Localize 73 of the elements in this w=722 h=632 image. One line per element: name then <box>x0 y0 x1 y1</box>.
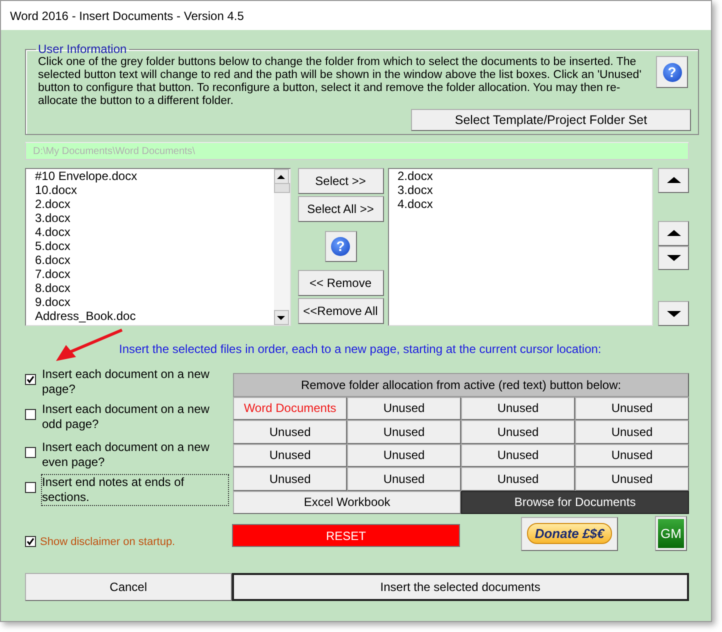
remove-button[interactable]: << Remove <box>298 270 384 296</box>
selected-file-list[interactable]: 2.docx 3.docx 4.docx <box>388 168 653 326</box>
move-top-button[interactable] <box>658 168 689 193</box>
file-item[interactable]: Address_Book.doc <box>35 309 274 323</box>
insert-button[interactable]: Insert the selected documents <box>232 573 689 601</box>
folder-button[interactable]: Unused <box>575 396 689 420</box>
checkbox[interactable] <box>25 374 36 385</box>
disclaimer-label: Show disclaimer on startup. <box>40 536 176 548</box>
template-folder-button[interactable]: Select Template/Project Folder Set <box>411 109 691 131</box>
file-item[interactable]: 5.docx <box>35 239 274 253</box>
gm-button[interactable]: GM <box>655 516 687 551</box>
folder-button[interactable]: Unused <box>575 444 689 467</box>
file-item[interactable]: #10 Envelope.docx <box>35 169 274 183</box>
remove-allocation-button[interactable]: Remove folder allocation from active (red text) button below: <box>233 373 689 396</box>
option-label: Insert each document on a new even page? <box>41 439 210 471</box>
cancel-button[interactable]: Cancel <box>25 573 232 601</box>
group-title: User Information <box>37 42 128 56</box>
folder-button[interactable]: Unused <box>575 420 689 444</box>
up-arrow-icon <box>666 230 680 236</box>
info-text: Click one of the grey folder buttons below to change the folder from which to select the documents to be inserted. The selected button text will change to red and the path will be shown in the window above the list boxes. Click an 'Unused' button to configure that button. To reconfigure a button, select it and remove the folder allocation. You may then re-allocate the button to a different folder. <box>38 56 642 108</box>
file-item[interactable]: 2.docx <box>398 169 652 183</box>
file-item[interactable]: 4.docx <box>35 225 274 239</box>
folder-button[interactable]: Unused <box>347 467 462 490</box>
folder-button[interactable]: Word Documents <box>233 396 348 420</box>
down-arrow-icon <box>666 254 680 261</box>
file-list[interactable]: #10 Envelope.docx 10.docx 2.docx 3.docx 4.docx 5.docx 6.docx 7.docx 8.docx 9.docx Address_Book.doc <box>25 168 290 326</box>
option-label: Insert end notes at ends of sections. <box>41 474 230 506</box>
select-button[interactable]: Select >> <box>298 168 384 194</box>
file-item[interactable]: 3.docx <box>398 183 652 197</box>
checkbox[interactable] <box>25 536 36 547</box>
folder-button[interactable]: Unused <box>461 444 576 467</box>
file-item[interactable]: 6.docx <box>35 253 274 267</box>
window-title: Word 2016 - Insert Documents - Version 4.5 <box>1 1 711 30</box>
folder-button[interactable]: Unused <box>233 467 348 490</box>
folder-button[interactable]: Unused <box>575 467 689 490</box>
remove-all-button[interactable]: <<Remove All <box>298 298 384 324</box>
move-down-button[interactable] <box>658 246 689 270</box>
folder-button[interactable]: Unused <box>347 420 462 444</box>
scroll-down-button[interactable] <box>274 310 288 325</box>
file-item[interactable]: 3.docx <box>35 211 274 225</box>
scroll-up-button[interactable] <box>274 169 288 184</box>
folder-button[interactable]: Unused <box>347 444 462 467</box>
checkbox[interactable] <box>25 447 36 458</box>
option-label: Insert each document on a new page? <box>41 366 210 398</box>
folder-button[interactable]: Unused <box>233 420 348 444</box>
file-item[interactable]: 9.docx <box>35 295 274 309</box>
browse-button[interactable]: Browse for Documents <box>461 490 689 514</box>
up-arrow-icon <box>277 174 285 178</box>
file-item[interactable]: 10.docx <box>35 183 274 197</box>
up-arrow-icon <box>666 177 680 184</box>
folder-button[interactable]: Unused <box>461 396 576 420</box>
move-bottom-button[interactable] <box>658 301 689 326</box>
folder-button[interactable]: Unused <box>461 467 576 490</box>
instruction-text: Insert the selected files in order, each to a new page, starting at the current cursor location: <box>119 342 602 356</box>
down-arrow-icon <box>666 310 680 317</box>
scroll-thumb[interactable] <box>274 183 290 193</box>
folder-button[interactable]: Unused <box>461 420 576 444</box>
option-label: Insert each document on a new odd page? <box>41 401 210 433</box>
down-arrow-icon <box>277 316 285 320</box>
file-item[interactable]: 7.docx <box>35 267 274 281</box>
checkbox[interactable] <box>25 409 36 420</box>
checkbox[interactable] <box>25 482 36 493</box>
folder-button[interactable]: Unused <box>347 396 462 420</box>
move-up-button[interactable] <box>658 220 689 246</box>
reset-button[interactable]: RESET <box>232 524 460 547</box>
file-item[interactable]: 2.docx <box>35 197 274 211</box>
file-item[interactable]: 4.docx <box>398 197 652 211</box>
select-all-button[interactable]: Select All >> <box>298 196 384 222</box>
donate-button[interactable]: Donate £$€ <box>521 516 618 550</box>
excel-workbook-button[interactable]: Excel Workbook <box>233 490 462 514</box>
path-field: D:\My Documents\Word Documents\ <box>25 142 689 160</box>
folder-button[interactable]: Unused <box>233 444 348 467</box>
file-item[interactable]: 8.docx <box>35 281 274 295</box>
